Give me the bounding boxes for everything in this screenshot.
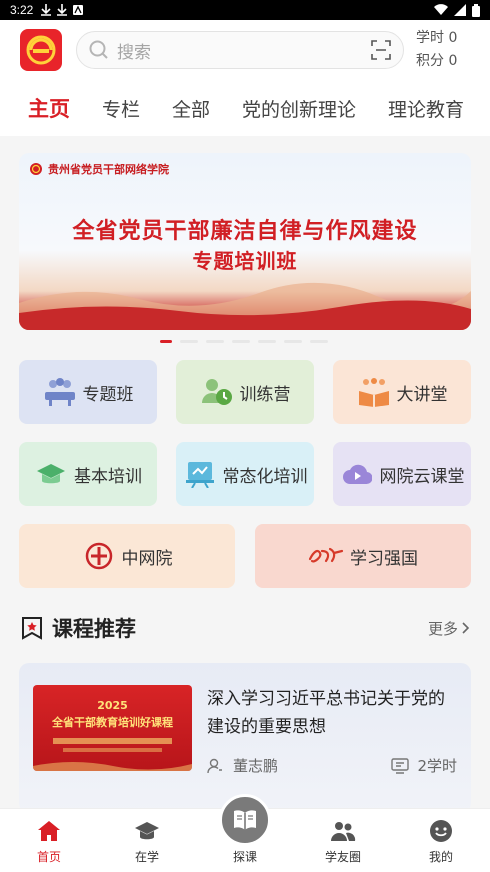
nav-label: 学友圈: [324, 850, 361, 864]
search-placeholder: 搜索: [117, 42, 151, 63]
more-link[interactable]: 更多: [428, 618, 470, 639]
tab-innovation-theory[interactable]: 党的创新理论: [242, 95, 356, 122]
party-emblem-icon: [26, 35, 56, 65]
entry-jibenpeixun[interactable]: 基本培训: [19, 442, 157, 506]
carousel-dot[interactable]: [160, 340, 172, 343]
tab-all[interactable]: 全部: [172, 95, 210, 122]
banner-org-name: 贵州省党员干部网络学院: [48, 163, 169, 176]
home-icon: [36, 818, 62, 844]
screen-icon: [391, 757, 410, 774]
nav-studying[interactable]: 在学: [98, 809, 196, 872]
wifi-icon: [434, 4, 448, 16]
search-icon: [89, 40, 108, 59]
training-camp-icon: [200, 375, 234, 409]
course-teacher: 董志鹏: [207, 755, 278, 776]
app-notification-icon: [73, 5, 84, 15]
carousel-dot[interactable]: [232, 340, 250, 343]
course-recommend-header: 课程推荐 更多: [20, 612, 470, 644]
carousel-dot[interactable]: [180, 340, 198, 343]
entry-label: 中网院: [121, 548, 173, 569]
tab-theory-education[interactable]: 理论教育: [388, 95, 464, 122]
status-bar: 3:22: [0, 0, 490, 20]
app-logo[interactable]: [20, 29, 62, 71]
carousel-indicator: [160, 340, 328, 343]
entry-changtaihua[interactable]: 常态化培训: [176, 442, 314, 506]
nav-mine[interactable]: 我的: [392, 809, 490, 872]
system-icons: [434, 3, 480, 17]
entry-label: 大讲堂: [396, 384, 448, 405]
nav-label: 在学: [134, 850, 159, 864]
nav-label: 我的: [428, 850, 453, 864]
smile-face-icon: [428, 818, 454, 844]
graduation-cap-icon: [134, 818, 160, 844]
category-tabs: 主页 专栏 全部 党的创新理论 理论教育: [0, 84, 490, 132]
nav-label: 探课: [232, 850, 257, 864]
zhongwangyuan-logo-icon: [82, 539, 116, 573]
nav-home[interactable]: 首页: [0, 809, 98, 872]
entry-zhuantiban[interactable]: 专题班: [19, 360, 157, 424]
course-card[interactable]: 2025 全省干部教育培训好课程 深入学习习近平总书记关于党的建设的重要思想 董…: [19, 663, 471, 813]
banner-title-line2: 专题培训班: [192, 249, 298, 273]
study-hours: 学时 0: [416, 30, 458, 46]
carousel-dot[interactable]: [284, 340, 302, 343]
entry-zhongwangyuan[interactable]: 中网院: [19, 524, 235, 588]
cloud-play-icon: [340, 457, 374, 491]
entry-label: 专题班: [82, 384, 134, 405]
course-thumbnail: 2025 全省干部教育培训好课程: [33, 685, 192, 771]
banner-title-line1: 全省党员干部廉洁自律与作风建设: [72, 218, 418, 244]
xuexiqiangguo-logo-icon: [308, 539, 344, 573]
entry-label: 训练营: [239, 384, 291, 405]
open-book-icon: [234, 810, 256, 830]
carousel-dot[interactable]: [310, 340, 328, 343]
presentation-board-icon: [183, 457, 217, 491]
app-header: 搜索 学时 0 积分 0: [0, 20, 490, 80]
points: 积分 0: [416, 53, 458, 69]
scan-icon[interactable]: [371, 40, 391, 60]
section-title: 课程推荐: [52, 617, 136, 641]
entry-label: 常态化培训: [222, 466, 308, 487]
people-icon: [330, 818, 356, 844]
entry-label: 网院云课堂: [379, 466, 465, 487]
tab-column[interactable]: 专栏: [102, 95, 140, 122]
download-icon: [41, 4, 52, 16]
notification-icons: [41, 4, 84, 16]
chevron-right-icon: [462, 622, 470, 634]
download-icon: [57, 4, 68, 16]
thumb-year: 2025: [97, 699, 128, 712]
study-stats[interactable]: 学时 0 积分 0: [416, 27, 457, 73]
promo-banner[interactable]: 贵州省党员干部网络学院 全省党员干部廉洁自律与作风建设 专题培训班: [19, 153, 471, 330]
party-emblem-icon: [30, 163, 42, 175]
battery-icon: [472, 3, 480, 17]
entry-dajiangtang[interactable]: 大讲堂: [333, 360, 471, 424]
graduation-cap-icon: [34, 457, 68, 491]
tab-home[interactable]: 主页: [28, 93, 70, 123]
bookmark-star-icon: [22, 617, 42, 640]
entry-xuexiqiangguo[interactable]: 学习强国: [255, 524, 471, 588]
entry-xunlianying[interactable]: 训练营: [176, 360, 314, 424]
carousel-dot[interactable]: [258, 340, 276, 343]
entry-wangyuan[interactable]: 网院云课堂: [333, 442, 471, 506]
search-bar[interactable]: 搜索: [76, 31, 404, 69]
course-title: 深入学习习近平总书记关于党的建设的重要思想: [207, 689, 445, 737]
banner-org: 贵州省党员干部网络学院: [29, 161, 169, 177]
explore-center-button[interactable]: [219, 794, 271, 846]
teacher-name: 董志鹏: [233, 757, 279, 775]
lecture-hall-icon: [357, 375, 391, 409]
person-icon: [207, 758, 222, 773]
course-hours: 2学时: [391, 755, 457, 776]
carousel-dot[interactable]: [206, 340, 224, 343]
group-class-icon: [43, 375, 77, 409]
status-time: 3:22: [10, 3, 34, 17]
entry-label: 基本培训: [74, 466, 142, 487]
more-label: 更多: [427, 619, 458, 638]
signal-icon: [454, 4, 466, 16]
hours-value: 2学时: [417, 757, 457, 775]
nav-label: 首页: [36, 850, 61, 864]
entry-label: 学习强国: [350, 548, 418, 569]
thumb-decoration: [33, 738, 192, 771]
thumb-title: 全省干部教育培训好课程: [52, 716, 173, 729]
nav-circle[interactable]: 学友圈: [294, 809, 392, 872]
great-wall-decoration: [19, 282, 471, 330]
